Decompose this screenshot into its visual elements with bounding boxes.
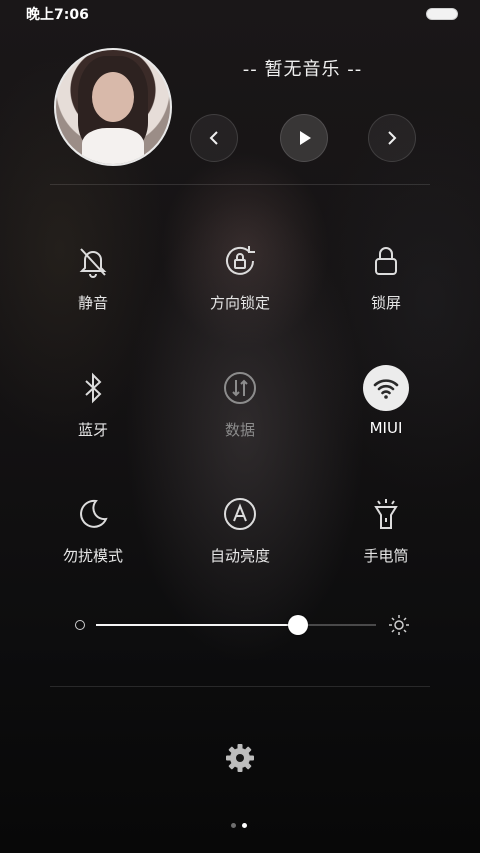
tile-mobile-data[interactable]: 数据 (180, 365, 300, 455)
tile-lock-screen[interactable]: 锁屏 (326, 238, 446, 328)
status-time: 晚上7:06 (26, 7, 89, 23)
tile-wifi[interactable]: MIUI (326, 365, 446, 455)
next-icon (388, 131, 397, 145)
brightness-slider[interactable] (70, 610, 410, 640)
album-art-face (92, 72, 134, 122)
brightness-thumb[interactable] (287, 615, 308, 635)
tile-lock-screen-label: 锁屏 (370, 294, 401, 312)
tile-bluetooth-label: 蓝牙 (77, 421, 108, 439)
tile-flashlight[interactable]: 手电筒 (326, 491, 446, 581)
tile-mute-label: 静音 (77, 294, 108, 312)
album-art-shirt (82, 128, 144, 164)
play-icon (300, 131, 311, 145)
tile-do-not-disturb-label: 勿扰模式 (62, 547, 123, 565)
wifi-icon (363, 365, 409, 411)
settings-gear-icon[interactable] (224, 742, 256, 774)
moon-icon (70, 491, 116, 537)
page-dot (231, 823, 236, 828)
tile-rotation-lock-label: 方向锁定 (209, 294, 270, 312)
page-indicator (231, 813, 253, 832)
mute-bell-icon (70, 238, 116, 284)
divider-top (50, 184, 430, 185)
bluetooth-icon (70, 365, 116, 411)
status-bar: 晚上7:06 (0, 0, 480, 26)
brightness-high-icon (389, 615, 409, 635)
next-button[interactable] (368, 114, 416, 162)
mobile-data-icon (217, 365, 263, 411)
tile-auto-brightness[interactable]: 自动亮度 (180, 491, 300, 581)
brightness-fill (96, 624, 298, 626)
tile-auto-brightness-label: 自动亮度 (209, 547, 270, 565)
tile-wifi-label: MIUI (369, 419, 403, 437)
tile-flashlight-label: 手电筒 (363, 547, 409, 565)
play-button[interactable] (280, 114, 328, 162)
battery-icon (426, 8, 458, 20)
tile-bluetooth[interactable]: 蓝牙 (33, 365, 153, 455)
brightness-low-icon (75, 620, 85, 630)
rotation-lock-icon (217, 238, 263, 284)
lock-icon (363, 238, 409, 284)
album-art[interactable] (54, 48, 172, 166)
page-dot (242, 823, 247, 828)
tile-do-not-disturb[interactable]: 勿扰模式 (33, 491, 153, 581)
tile-mobile-data-label: 数据 (224, 421, 255, 439)
tile-mute[interactable]: 静音 (33, 238, 153, 328)
divider-bottom (50, 686, 430, 687)
flashlight-icon (363, 491, 409, 537)
tile-rotation-lock[interactable]: 方向锁定 (180, 238, 300, 328)
auto-brightness-icon (217, 491, 263, 537)
previous-button[interactable] (190, 114, 238, 162)
music-title: -- 暂无音乐 -- (242, 59, 363, 80)
previous-icon (209, 131, 218, 145)
